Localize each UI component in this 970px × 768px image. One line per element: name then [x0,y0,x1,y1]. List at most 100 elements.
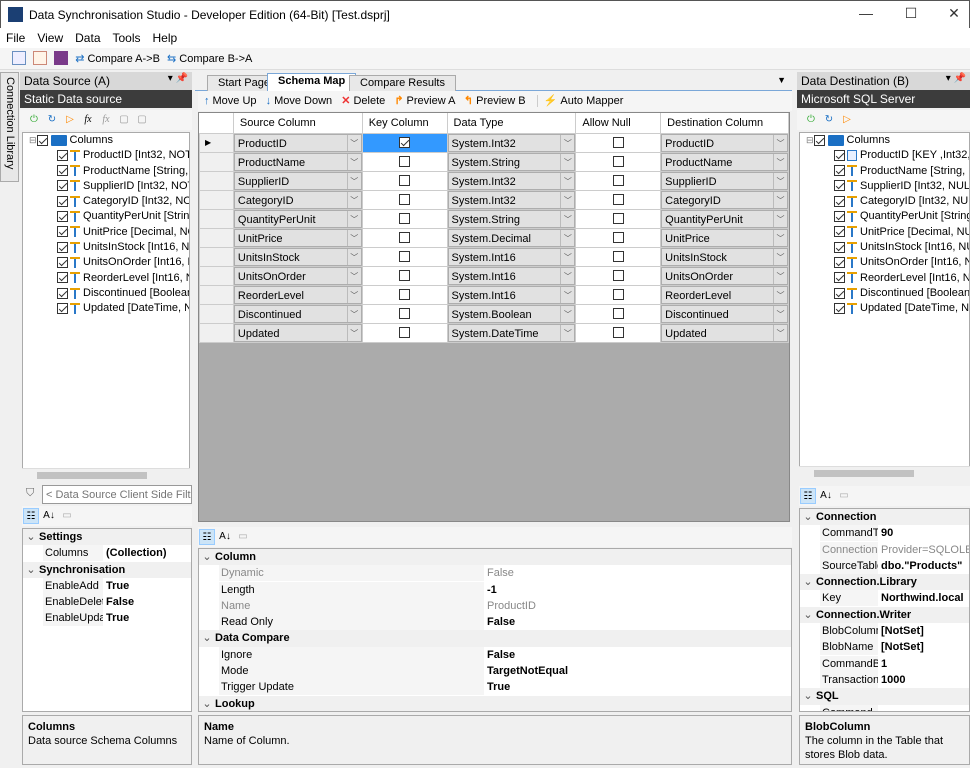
chevron-down-icon[interactable]: ﹀ [560,153,574,170]
property-value[interactable]: [NotSet] [879,623,969,640]
property-row[interactable]: CommandBatchSize1 [800,655,969,672]
source-column-cell[interactable]: QuantityPerUnit ﹀ [232,208,363,229]
property-category[interactable]: ⌄ Lookup [199,695,791,711]
property-value[interactable]: False [485,614,791,631]
allow-null-cell[interactable] [575,132,662,153]
chevron-down-icon[interactable]: ﹀ [773,248,787,265]
key-column-cell[interactable] [361,265,448,286]
allow-null-cell[interactable] [575,227,662,248]
data-type-cell[interactable]: System.Int16 ﹀ [446,284,577,305]
tree-column-item[interactable]: UnitsOnOrder [Int16, NULL] [800,255,969,270]
chevron-down-icon[interactable]: ﹀ [560,248,574,265]
menu-tools[interactable]: Tools [107,28,147,45]
key-checkbox[interactable] [399,137,411,149]
table-row[interactable]: ProductName ﹀ System.String ﹀ ProductName ﹀ [199,151,789,172]
run-icon[interactable]: ▷ [62,112,78,128]
chevron-down-icon[interactable]: ﹀ [560,305,574,322]
checkbox[interactable] [57,195,68,207]
destination-column-cell[interactable]: Discontinued ﹀ [660,303,789,324]
property-value[interactable]: 90 [879,525,969,542]
property-row[interactable]: EnableUpdateTrue [23,610,191,627]
categorized-icon[interactable]: ☷ [199,529,215,545]
checkbox[interactable] [834,149,845,161]
chevron-down-icon[interactable]: ﹀ [346,229,361,246]
tree-column-item[interactable]: ReorderLevel [Int16, NOT NULL] [23,271,189,286]
property-pages-icon[interactable]: ▭ [836,488,852,504]
function-icon[interactable]: fx [80,112,96,128]
menu-file[interactable]: File [0,28,31,45]
data-type-cell[interactable]: System.Int32 ﹀ [446,132,577,153]
allow-null-checkbox[interactable] [612,175,624,187]
key-column-cell[interactable] [361,151,448,172]
connection-library-tab[interactable]: Connection Library [0,72,19,182]
row-header[interactable] [199,284,234,305]
key-column-cell[interactable] [361,227,448,248]
destination-column-cell[interactable]: CategoryID ﹀ [660,189,789,210]
allow-null-checkbox[interactable] [612,251,624,263]
row-header[interactable]: ▶ [199,132,234,153]
key-column-cell[interactable] [361,132,448,153]
source-column-cell[interactable]: UnitsOnOrder ﹀ [232,265,363,286]
property-value[interactable]: 1000 [879,671,969,688]
chevron-down-icon[interactable]: ⌄ [199,696,215,711]
checkbox[interactable] [834,195,845,207]
table-row[interactable]: CategoryID ﹀ System.Int32 ﹀ CategoryID ﹀ [199,189,789,210]
checkbox[interactable] [57,226,68,238]
tree-column-item[interactable]: QuantityPerUnit [String, NOT NULL] [23,209,189,224]
row-header[interactable] [199,322,234,343]
chevron-down-icon[interactable]: ﹀ [560,267,574,284]
tree-column-item[interactable]: UnitPrice [Decimal, NULL] [800,225,969,240]
property-row[interactable]: Trigger Update True [199,679,791,696]
categorized-icon[interactable]: ☷ [23,508,39,524]
property-row[interactable]: BlobName [NotSet] [800,639,969,656]
key-column-cell[interactable] [361,322,448,343]
property-category[interactable]: ⌄ Settings [23,529,191,546]
row-header[interactable] [199,246,234,267]
allow-null-cell[interactable] [575,170,662,191]
row-header[interactable] [199,151,234,172]
property-row[interactable]: ConnectionStringProvider=SQLOLEDB [800,541,969,558]
tree-root-columns[interactable]: ⊟ Columns [800,133,969,148]
data-type-cell[interactable]: System.Int32 ﹀ [446,170,577,191]
checkbox[interactable] [57,165,68,177]
row-header[interactable] [199,303,234,324]
chevron-down-icon[interactable]: ⌄ [23,562,39,578]
table-row[interactable]: Discontinued ﹀ System.Boolean ﹀ Discontinued… [199,303,789,324]
source-column-cell[interactable]: ProductName ﹀ [232,151,363,172]
key-checkbox[interactable] [399,175,411,187]
destination-column-cell[interactable]: UnitPrice ﹀ [660,227,789,248]
column-header-source[interactable]: Source Column [233,113,363,134]
property-row[interactable]: Command [800,704,969,711]
collapse-icon[interactable]: ⊟ [806,135,814,145]
property-row[interactable]: Ignore False [199,646,791,663]
chevron-down-icon[interactable]: ⌄ [23,529,39,545]
property-value[interactable]: False [485,646,791,663]
column-header-data-type[interactable]: Data Type [447,113,577,134]
data-type-cell[interactable]: System.String ﹀ [446,208,577,229]
allow-null-cell[interactable] [575,189,662,210]
chevron-down-icon[interactable]: ﹀ [346,286,361,303]
property-row[interactable]: EnableDeleteFalse [23,594,191,611]
preview-a-button[interactable]: ↱ Preview A [394,95,455,107]
key-checkbox[interactable] [399,327,411,339]
tree-column-item[interactable]: ProductID [Int32, NOT NULL] [23,148,189,163]
chevron-down-icon[interactable]: ﹀ [560,134,574,151]
allow-null-cell[interactable] [575,151,662,172]
property-value[interactable]: False [104,594,191,611]
checkbox[interactable] [834,226,845,238]
checkbox[interactable] [834,241,845,253]
row-header[interactable] [199,227,234,248]
chevron-down-icon[interactable]: ﹀ [560,191,574,208]
row-header[interactable] [199,265,234,286]
allow-null-checkbox[interactable] [612,213,624,225]
table-row[interactable]: SupplierID ﹀ System.Int32 ﹀ SupplierID ﹀ [199,170,789,191]
chevron-down-icon[interactable]: ⌄ [800,509,816,525]
property-row[interactable]: BlobColumn [NotSet] [800,623,969,640]
menu-data[interactable]: Data [69,28,106,45]
allow-null-checkbox[interactable] [612,232,624,244]
delete-button[interactable]: ✕ Delete [341,95,385,107]
column-header-allow-null[interactable]: Allow Null [575,113,662,134]
sort-alpha-icon[interactable]: A↓ [217,529,233,545]
new-project-icon[interactable] [12,51,26,65]
source-column-cell[interactable]: UnitPrice ﹀ [232,227,363,248]
